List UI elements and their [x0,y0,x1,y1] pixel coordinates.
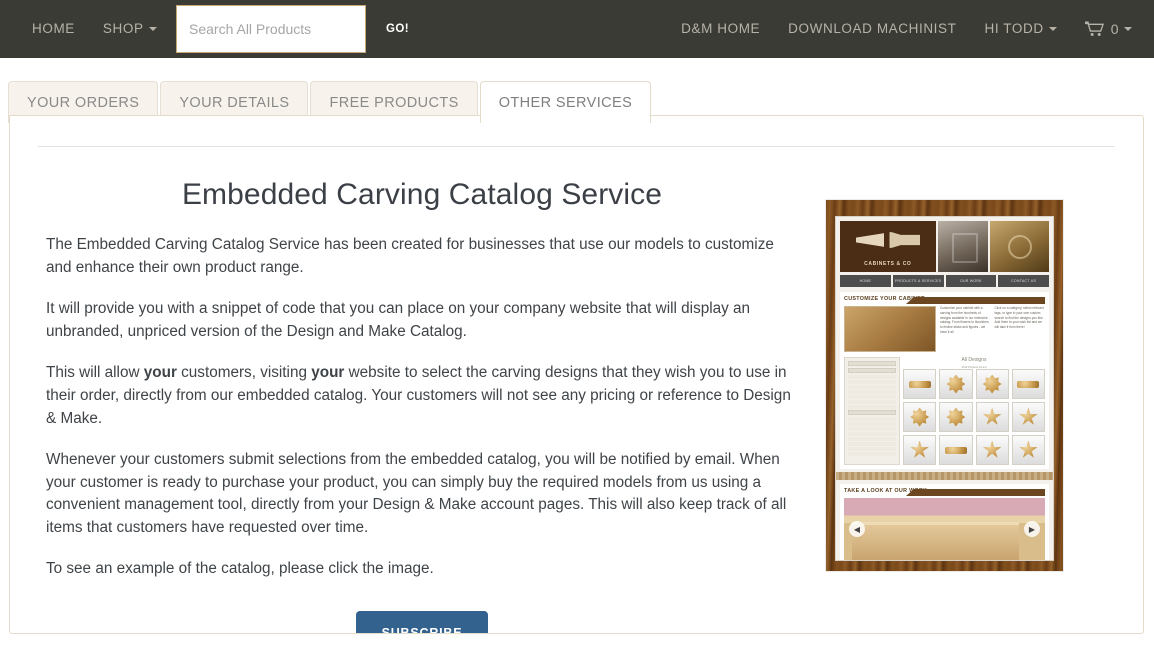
carousel-next-icon[interactable]: ▶ [1024,521,1040,537]
catalog-grid-title: All Designs [961,357,987,363]
p3-part2: customers, visiting [176,363,312,381]
design-tile [1011,435,1045,465]
catalog-intro: Customize your cabinet with a carving fr… [844,306,1045,352]
paragraph-5: To see an example of the catalog, please… [46,560,434,578]
nav-link-home[interactable]: HOME [18,0,89,58]
catalog-logo-text: CABINETS & CO [864,261,912,267]
design-tile [975,402,1009,432]
subscribe-button[interactable]: SUBSCRIBE [355,611,489,633]
design-tile [903,369,937,399]
catalog-filter-sidebar [844,357,900,465]
catalog-photo-1 [937,221,988,272]
catalog-banner-image [844,306,936,352]
nav-link-shop[interactable]: SHOP [89,0,171,58]
catalog-body: CUSTOMIZE YOUR CABINET Customize your ca… [840,292,1049,469]
content-card: Embedded Carving Catalog Service The Emb… [9,115,1144,634]
catalog-example-image[interactable]: CABINETS & CO HOME PRODUCTS & SERVICES O… [826,200,1063,571]
page-title: Embedded Carving Catalog Service [181,178,663,211]
catalog-design-grid [903,369,1045,465]
p3-part1: This will allow [46,363,144,381]
catalog-header: CABINETS & CO [836,217,1053,272]
tab-other-services[interactable]: OTHER SERVICES [479,81,652,124]
paragraph-2: It will provide you with a snippet of co… [46,299,751,340]
catalog-nav-home: HOME [840,275,891,287]
catalog-section-title: CUSTOMIZE YOUR CABINET [844,296,1045,302]
top-navbar: HOME SHOP GO! D&M HOME DOWNLOAD MACHINIS… [0,0,1154,58]
catalog-intro-text-2: Click on a category, select relevant tag… [995,306,1046,352]
catalog-nav: HOME PRODUCTS & SERVICES OUR WORK CONTAC… [836,272,1053,290]
p3-bold1: your [143,363,177,381]
navbar-left-links: HOME SHOP [0,0,171,58]
catalog-intro-text-1: Customize your cabinet with a carving fr… [940,306,991,352]
chevron-down-icon [1124,27,1132,31]
design-tile [1011,369,1045,399]
design-tile [903,402,937,432]
design-tile [939,402,973,432]
carousel-prev-icon[interactable]: ◀ [849,521,865,537]
content-row: Embedded Carving Catalog Service The Emb… [38,147,1115,633]
design-tile [939,369,973,399]
catalog-divider-strip [836,472,1053,480]
subscribe-row: SUBSCRIBE [46,611,798,633]
shopping-cart-icon [1084,21,1104,36]
search-go-button[interactable]: GO! [384,19,411,39]
catalog-logo: CABINETS & CO [840,221,936,272]
image-column: CABINETS & CO HOME PRODUCTS & SERVICES O… [798,163,1115,633]
design-tile [903,435,937,465]
catalog-nav-work: OUR WORK [945,275,997,287]
design-tile [975,369,1009,399]
catalog-browser: All Designs 2619 Products Found [844,357,1045,465]
paragraph-3: This will allow your customers, visiting… [46,362,798,431]
catalog-nav-products: PRODUCTS & SERVICES [892,275,944,287]
cart-count: 0 [1110,21,1119,37]
design-tile [939,435,973,465]
paragraph-4: Whenever your customers submit selection… [46,450,787,537]
catalog-nav-contact: CONTACT US [998,275,1049,287]
paragraph-1: The Embedded Carving Catalog Service has… [46,236,774,276]
catalog-work-photo: ◀ ▶ [844,498,1045,560]
navbar-right-links: D&M HOME DOWNLOAD MACHINIST HI TODD 0 [667,0,1146,58]
search-input[interactable] [176,5,366,53]
nav-link-account-label: HI TODD [984,21,1044,36]
nav-link-shop-label: SHOP [102,21,144,36]
chevron-down-icon [148,27,157,32]
search-area: GO! [176,5,411,53]
chevron-down-icon [1048,27,1057,32]
nav-link-account-menu[interactable]: HI TODD [970,0,1070,58]
catalog-work-section: TAKE A LOOK AT OUR WORK ◀ ▶ [840,484,1049,560]
catalog-work-title: TAKE A LOOK AT OUR WORK [844,488,1045,494]
catalog-results: All Designs 2619 Products Found [903,357,1045,465]
catalog-page: CABINETS & CO HOME PRODUCTS & SERVICES O… [835,216,1054,561]
text-column: Embedded Carving Catalog Service The Emb… [38,163,798,633]
design-tile [975,435,1009,465]
catalog-photo-2 [989,221,1049,272]
p3-bold2: your [311,363,345,381]
catalog-intro-p2: Click on a category, select relevant tag… [994,306,1044,330]
cart-menu[interactable]: 0 [1071,21,1146,37]
nav-link-download-machinist[interactable]: DOWNLOAD MACHINIST [774,0,970,58]
design-tile [1011,402,1045,432]
catalog-intro-p1: Customize your cabinet with a carving fr… [940,306,990,334]
nav-link-dm-home[interactable]: D&M HOME [667,0,774,58]
